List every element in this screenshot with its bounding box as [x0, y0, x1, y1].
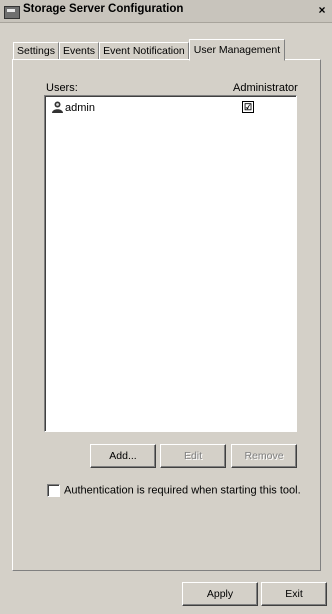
exit-button[interactable]: Exit — [261, 582, 327, 606]
user-icon — [52, 101, 63, 113]
apply-button[interactable]: Apply — [182, 582, 258, 606]
tab-settings[interactable]: Settings — [13, 42, 59, 60]
tab-user-management[interactable]: User Management — [188, 39, 286, 61]
edit-button[interactable]: Edit — [160, 444, 226, 468]
app-icon — [4, 6, 20, 19]
auth-checkbox[interactable] — [47, 484, 60, 497]
title-bar: Storage Server Configuration × — [0, 0, 332, 23]
administrator-label: Administrator — [233, 82, 298, 94]
administrator-checkbox[interactable]: ☑ — [242, 101, 254, 113]
close-button[interactable]: × — [315, 3, 329, 17]
users-listbox[interactable]: admin ☑ — [44, 95, 297, 432]
tab-event-notification[interactable]: Event Notification — [99, 42, 189, 60]
user-name: admin — [65, 102, 95, 114]
window-title: Storage Server Configuration — [23, 3, 184, 15]
tab-events[interactable]: Events — [58, 42, 100, 60]
auth-option[interactable]: Authentication is required when starting… — [47, 484, 301, 497]
tab-strip: Settings Events Event Notification User … — [13, 39, 286, 61]
auth-label: Authentication is required when starting… — [64, 484, 301, 497]
users-label: Users: — [46, 82, 78, 94]
list-item[interactable]: admin ☑ — [49, 101, 289, 117]
remove-button[interactable]: Remove — [231, 444, 297, 468]
add-button[interactable]: Add... — [90, 444, 156, 468]
